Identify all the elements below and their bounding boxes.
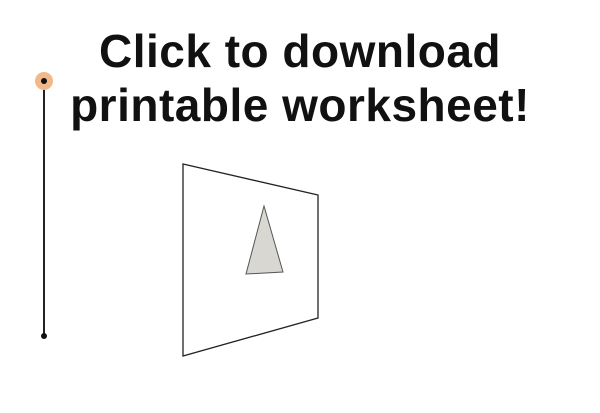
- download-link-line2: printable worksheet!: [70, 79, 530, 131]
- download-worksheet-link[interactable]: Click to download printable worksheet!: [0, 24, 600, 132]
- download-link-line1: Click to download: [98, 25, 502, 77]
- slider-handle[interactable]: [35, 72, 53, 90]
- triangle-icon: [245, 204, 284, 275]
- trapezoid-frame-icon: [182, 163, 319, 357]
- slider-track[interactable]: [43, 80, 45, 336]
- slider-end-point: [41, 333, 47, 339]
